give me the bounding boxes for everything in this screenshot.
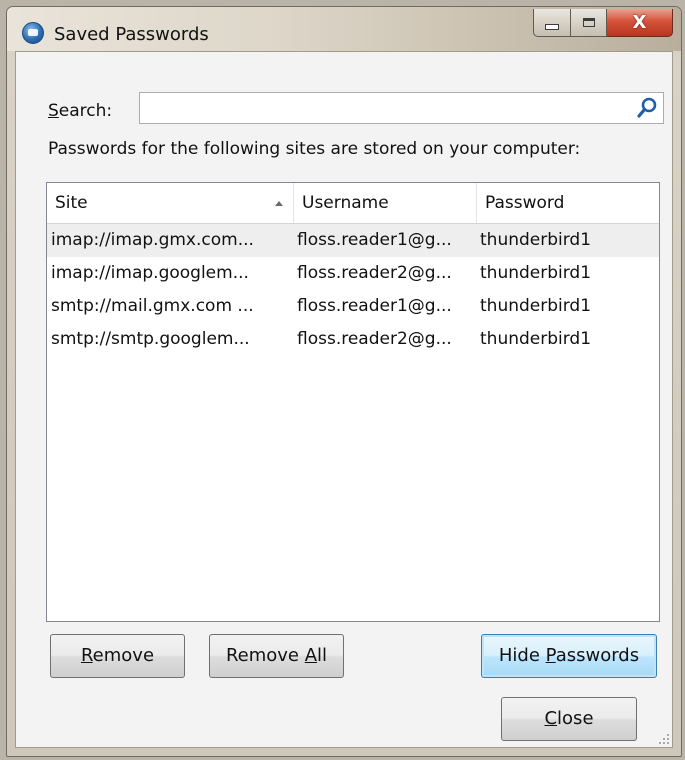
saved-passwords-window: Saved Passwords X Search: Passwords for … bbox=[6, 6, 682, 757]
username-cell: floss.reader1@g... bbox=[297, 230, 452, 250]
table-row[interactable]: imap://imap.googlem... floss.reader2@g..… bbox=[47, 257, 659, 290]
minimize-icon bbox=[545, 23, 559, 30]
password-cell: thunderbird1 bbox=[480, 263, 592, 283]
remove-all-button[interactable]: Remove All bbox=[209, 634, 344, 678]
search-input[interactable] bbox=[139, 92, 664, 124]
password-cell: thunderbird1 bbox=[480, 329, 592, 349]
column-label-username: Username bbox=[302, 193, 389, 213]
table-row[interactable]: smtp://mail.gmx.com ... floss.reader1@g.… bbox=[47, 290, 659, 323]
username-cell: floss.reader2@g... bbox=[297, 263, 452, 283]
window-title: Saved Passwords bbox=[54, 24, 209, 45]
site-cell: smtp://mail.gmx.com ... bbox=[51, 296, 254, 316]
hide-passwords-button[interactable]: Hide Passwords bbox=[481, 634, 657, 678]
close-icon: X bbox=[632, 11, 647, 33]
close-window-button[interactable]: X bbox=[607, 9, 673, 37]
search-icon[interactable] bbox=[635, 96, 659, 120]
table-row[interactable]: imap://imap.gmx.com... floss.reader1@g..… bbox=[47, 224, 659, 257]
column-header-site[interactable]: Site bbox=[47, 183, 294, 223]
table-row[interactable]: smtp://smtp.googlem... floss.reader2@g..… bbox=[47, 323, 659, 356]
maximize-icon bbox=[582, 18, 595, 27]
search-label: Search: bbox=[48, 101, 113, 121]
dialog-body: Search: Passwords for the following site… bbox=[15, 51, 673, 748]
password-cell: thunderbird1 bbox=[480, 296, 592, 316]
minimize-button[interactable] bbox=[533, 9, 571, 37]
close-button[interactable]: Close bbox=[501, 697, 637, 741]
maximize-button[interactable] bbox=[571, 9, 607, 37]
resize-grip-icon[interactable] bbox=[658, 733, 670, 745]
column-label-password: Password bbox=[485, 193, 565, 213]
passwords-table[interactable]: Site Username Password imap://imap.gmx.c… bbox=[46, 182, 660, 622]
password-cell: thunderbird1 bbox=[480, 230, 592, 250]
thunderbird-icon bbox=[22, 22, 44, 44]
site-cell: imap://imap.googlem... bbox=[51, 263, 249, 283]
column-label-site: Site bbox=[55, 193, 88, 213]
column-header-username[interactable]: Username bbox=[294, 183, 477, 223]
sort-ascending-icon bbox=[275, 201, 283, 206]
info-text: Passwords for the following sites are st… bbox=[48, 139, 581, 159]
table-header: Site Username Password bbox=[47, 183, 659, 224]
site-cell: imap://imap.gmx.com... bbox=[51, 230, 254, 250]
site-cell: smtp://smtp.googlem... bbox=[51, 329, 250, 349]
caption-buttons: X bbox=[533, 9, 673, 37]
column-header-password[interactable]: Password bbox=[477, 183, 659, 223]
username-cell: floss.reader1@g... bbox=[297, 296, 452, 316]
title-bar[interactable]: Saved Passwords X bbox=[7, 7, 681, 51]
remove-button[interactable]: Remove bbox=[50, 634, 185, 678]
username-cell: floss.reader2@g... bbox=[297, 329, 452, 349]
